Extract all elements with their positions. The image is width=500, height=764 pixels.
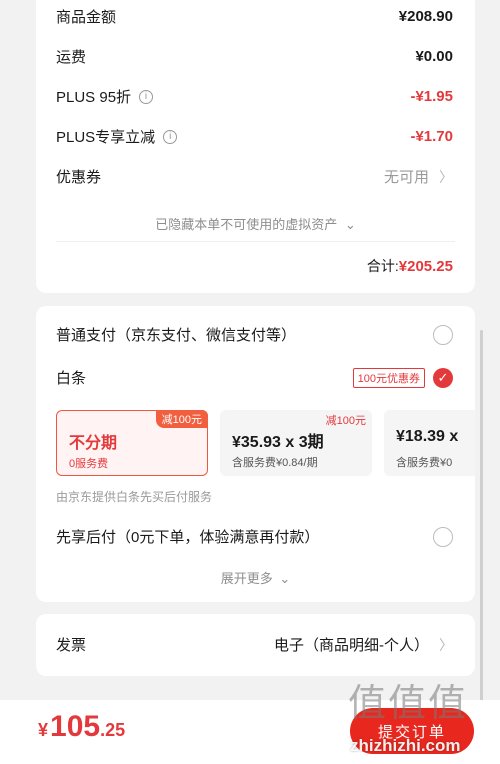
pay-amount: ¥ 105 .25	[38, 710, 125, 744]
shipping-label: 运费	[56, 49, 87, 66]
pay-amount-dec: .25	[100, 720, 126, 740]
coupon-value: 无可用	[383, 169, 429, 186]
shipping-value: ¥0.00	[415, 48, 453, 65]
invoice-row[interactable]: 发票 电子（商品明细-个人） 〉	[56, 634, 453, 655]
goods-amount-label: 商品金额	[56, 9, 117, 26]
pay-later-label: 先享后付（0元下单，体验满意再付款）	[56, 529, 320, 546]
divider	[56, 241, 455, 242]
pay-currency: ¥	[38, 720, 49, 740]
plan-no-installment[interactable]: 减100元 不分期 0服务费	[56, 410, 208, 476]
chevron-right-icon: 〉	[439, 168, 453, 185]
plan-badge: 减100元	[325, 415, 366, 427]
plan-3-installments[interactable]: 减100元 ¥35.93 x 3期 含服务费¥0.84/期	[220, 410, 372, 476]
order-total: 合计: ¥205.25	[367, 256, 453, 276]
baitiao-coupon-tag: 100元优惠券	[352, 367, 425, 388]
shipping-row: 运费 ¥0.00	[56, 46, 453, 67]
submit-order-button[interactable]: 提交订单	[350, 708, 474, 754]
expand-more-label: 展开更多	[220, 571, 273, 586]
scrollbar[interactable]	[480, 330, 483, 750]
plan-badge: 减100元	[155, 410, 208, 428]
plan-sub: 0服务费	[69, 458, 109, 470]
goods-amount-value: ¥208.90	[398, 8, 453, 25]
invoice-value: 电子（商品明细-个人）	[274, 637, 429, 654]
checkout-bar: ¥ 105 .25 提交订单	[0, 700, 500, 764]
plus-discount-value: -¥1.95	[410, 88, 453, 105]
installment-plans: 减100元 不分期 0服务费 减100元 ¥35.93 x 3期 含服务费¥0.…	[56, 410, 475, 476]
plus-discount-row: PLUS 95折 i -¥1.95	[56, 86, 453, 107]
plan-main: ¥18.39 x	[396, 428, 459, 445]
coupon-row[interactable]: 优惠券 无可用 〉	[56, 166, 453, 187]
expand-more-button[interactable]: 展开更多 ⌄	[36, 568, 475, 587]
plus-reduction-value: -¥1.70	[410, 128, 453, 145]
baitiao-label: 白条	[56, 370, 87, 387]
normal-payment-option[interactable]: 普通支付（京东支付、微信支付等）	[56, 324, 453, 345]
plan-main: ¥35.93 x 3期	[232, 434, 324, 451]
hidden-assets-label: 已隐藏本单不可使用的虚拟资产	[155, 217, 338, 232]
radio-checked-icon[interactable]: ✓	[433, 367, 453, 388]
normal-payment-label: 普通支付（京东支付、微信支付等）	[56, 327, 297, 344]
chevron-right-icon: 〉	[439, 636, 453, 653]
price-breakdown-card: 商品金额 ¥208.90 运费 ¥0.00 PLUS 95折 i -¥1.95 …	[36, 0, 475, 293]
plus-reduction-row: PLUS专享立减 i -¥1.70	[56, 126, 453, 147]
chevron-down-icon: ⌄	[344, 217, 356, 232]
baitiao-option[interactable]: 白条 100元优惠券 ✓	[56, 367, 453, 388]
radio-unchecked-icon[interactable]	[433, 526, 453, 547]
goods-amount-row: 商品金额 ¥208.90	[56, 6, 453, 27]
coupon-label: 优惠券	[56, 169, 102, 186]
radio-unchecked-icon[interactable]	[433, 324, 453, 345]
plus-reduction-label: PLUS专享立减	[56, 129, 156, 146]
invoice-label: 发票	[56, 637, 87, 654]
pay-amount-int: 105	[50, 710, 101, 743]
pay-later-option[interactable]: 先享后付（0元下单，体验满意再付款）	[56, 526, 453, 547]
total-label: 合计:	[366, 258, 399, 274]
plan-main: 不分期	[69, 435, 118, 452]
total-value: ¥205.25	[398, 257, 453, 275]
plan-sub: 含服务费¥0.84/期	[232, 457, 318, 469]
info-icon[interactable]: i	[163, 129, 178, 144]
plan-sub: 含服务费¥0	[396, 457, 453, 469]
payment-method-card: 普通支付（京东支付、微信支付等） 白条 100元优惠券 ✓ 减100元 不分期 …	[36, 306, 475, 602]
chevron-down-icon: ⌄	[279, 571, 291, 586]
info-icon[interactable]: i	[139, 89, 154, 104]
hidden-assets-toggle[interactable]: 已隐藏本单不可使用的虚拟资产 ⌄	[36, 214, 475, 233]
plan-6-installments[interactable]: ¥18.39 x 含服务费¥0	[384, 410, 475, 476]
provider-note: 由京东提供白条先买后付服务	[56, 490, 213, 504]
plus-discount-label: PLUS 95折	[56, 89, 132, 106]
invoice-card[interactable]: 发票 电子（商品明细-个人） 〉	[36, 614, 475, 676]
